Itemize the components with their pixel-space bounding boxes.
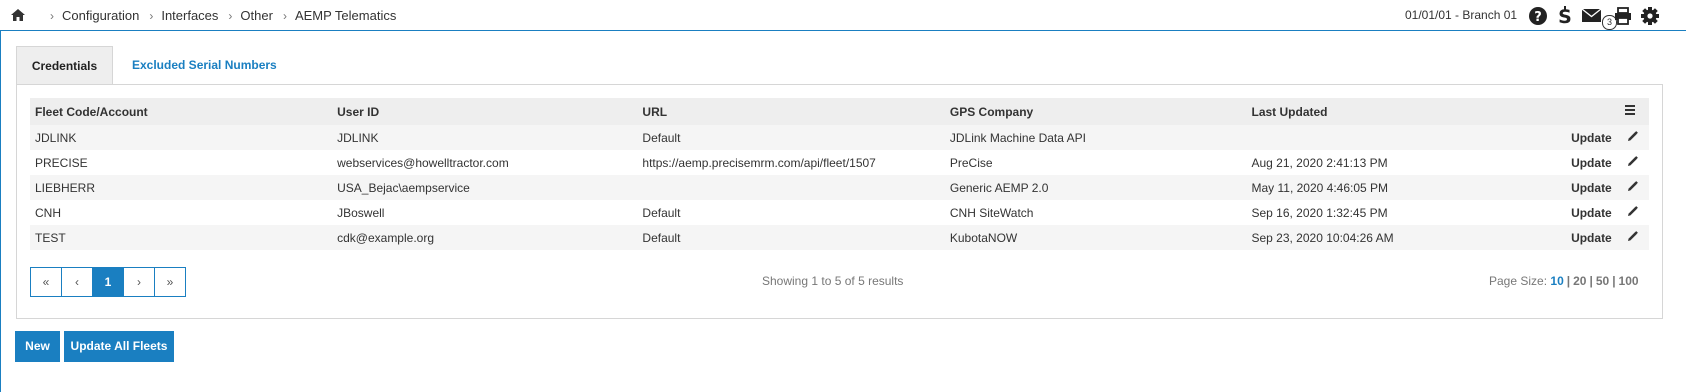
column-header-fleet[interactable]: Fleet Code/Account: [30, 98, 333, 125]
separator: |: [1589, 274, 1593, 288]
branch-selector[interactable]: 01/01/01 - Branch 01: [1405, 8, 1517, 22]
chevron-right-icon: ›: [149, 8, 154, 23]
cell-gps-company: Generic AEMP 2.0: [944, 175, 1247, 200]
cell-user-id: cdk@example.org: [332, 225, 638, 250]
column-header-url[interactable]: URL: [637, 98, 945, 125]
breadcrumb-interfaces[interactable]: Interfaces: [161, 8, 218, 23]
edit-button[interactable]: [1611, 125, 1649, 150]
cell-fleet-code: LIEBHERR: [30, 175, 333, 200]
breadcrumb-current: AEMP Telematics: [294, 8, 397, 23]
page-size-label: Page Size:: [1489, 274, 1548, 288]
update-link[interactable]: Update: [1547, 125, 1612, 150]
cell-url: Default: [637, 225, 945, 250]
hamburger-menu-icon[interactable]: [1623, 104, 1637, 116]
last-page-button[interactable]: »: [155, 268, 185, 296]
pencil-icon[interactable]: [1627, 230, 1639, 242]
cell-user-id: JDLINK: [332, 125, 638, 150]
pencil-icon[interactable]: [1627, 130, 1639, 142]
edit-button[interactable]: [1611, 150, 1649, 175]
table-row[interactable]: LIEBHERR USA_Bejac\aempservice Generic AEM…: [30, 175, 1649, 200]
next-page-button[interactable]: ›: [124, 268, 155, 296]
update-link[interactable]: Update: [1547, 175, 1612, 200]
credentials-table: Fleet Code/Account User ID URL GPS Compa…: [30, 98, 1649, 250]
cell-user-id: webservices@howelltractor.com: [332, 150, 638, 175]
pencil-icon[interactable]: [1627, 180, 1639, 192]
new-button[interactable]: New: [15, 331, 60, 362]
pencil-icon[interactable]: [1627, 205, 1639, 217]
column-header-last-updated[interactable]: Last Updated: [1246, 98, 1548, 125]
edit-button[interactable]: [1611, 225, 1649, 250]
cell-last-updated: [1246, 125, 1548, 150]
cell-fleet-code: TEST: [30, 225, 333, 250]
chevron-right-icon: ›: [228, 8, 233, 23]
first-page-button[interactable]: «: [31, 268, 62, 296]
table-row[interactable]: CNH JBoswell Default CNH SiteWatch Sep 16, 2…: [30, 200, 1649, 225]
cell-last-updated: Sep 23, 2020 10:04:26 AM: [1246, 225, 1548, 250]
separator: |: [1612, 274, 1616, 288]
credentials-panel: Fleet Code/Account User ID URL GPS Compa…: [16, 84, 1663, 319]
cell-url: Default: [637, 125, 945, 150]
column-menu-button[interactable]: [1611, 98, 1649, 125]
column-header-user-id[interactable]: User ID: [332, 98, 638, 125]
cell-last-updated: May 11, 2020 4:46:05 PM: [1246, 175, 1548, 200]
table-header-row: Fleet Code/Account User ID URL GPS Compa…: [30, 98, 1649, 125]
cell-last-updated: Aug 21, 2020 2:41:13 PM: [1246, 150, 1548, 175]
cell-url: https://aemp.precisemrm.com/api/fleet/15…: [637, 150, 945, 175]
page-size-20[interactable]: 20: [1573, 274, 1586, 288]
cell-fleet-code: CNH: [30, 200, 333, 225]
chevron-right-icon: ›: [50, 8, 54, 23]
page-size-50[interactable]: 50: [1596, 274, 1609, 288]
tab-excluded-serial-numbers[interactable]: Excluded Serial Numbers: [113, 46, 293, 84]
s-logo-icon[interactable]: S: [1555, 6, 1575, 26]
column-header-update: [1547, 98, 1612, 125]
print-icon[interactable]: [1613, 6, 1633, 26]
cell-fleet-code: PRECISE: [30, 150, 333, 175]
cell-url: [637, 175, 945, 200]
breadcrumb-other[interactable]: Other: [240, 8, 273, 23]
pencil-icon[interactable]: [1627, 155, 1639, 167]
cell-user-id: JBoswell: [332, 200, 638, 225]
edit-button[interactable]: [1611, 200, 1649, 225]
previous-page-button[interactable]: ‹: [62, 268, 93, 296]
gear-icon[interactable]: [1640, 6, 1660, 26]
help-icon[interactable]: ?: [1528, 6, 1548, 26]
breadcrumb: › Configuration › Interfaces › Other › A…: [44, 8, 396, 23]
page-size-100[interactable]: 100: [1619, 274, 1639, 288]
cell-fleet-code: JDLINK: [30, 125, 333, 150]
update-link[interactable]: Update: [1547, 225, 1612, 250]
cell-last-updated: Sep 16, 2020 1:32:45 PM: [1246, 200, 1548, 225]
top-bar: › Configuration › Interfaces › Other › A…: [0, 0, 1686, 31]
svg-text:?: ?: [1534, 10, 1542, 25]
update-link[interactable]: Update: [1547, 200, 1612, 225]
table-body: JDLINK JDLINK Default JDLink Machine Data A…: [30, 125, 1649, 250]
mail-icon[interactable]: [1581, 6, 1603, 26]
update-link[interactable]: Update: [1547, 150, 1612, 175]
cell-gps-company: KubotaNOW: [944, 225, 1247, 250]
pagination: « ‹ 1 › »: [30, 267, 186, 297]
page-size-selector: Page Size: 10 | 20 | 50 | 100: [1489, 274, 1639, 288]
table-row[interactable]: JDLINK JDLINK Default JDLink Machine Data A…: [30, 125, 1649, 150]
results-summary: Showing 1 to 5 of 5 results: [762, 274, 904, 288]
cell-url: Default: [637, 200, 945, 225]
cell-gps-company: PreCise: [944, 150, 1247, 175]
edit-button[interactable]: [1611, 175, 1649, 200]
table-row[interactable]: TEST cdk@example.org Default KubotaNOW Sep 2…: [30, 225, 1649, 250]
tab-credentials[interactable]: Credentials: [16, 46, 113, 84]
tab-bar: Credentials Excluded Serial Numbers: [16, 46, 293, 84]
chevron-right-icon: ›: [282, 8, 287, 23]
page-1-button[interactable]: 1: [93, 268, 124, 296]
cell-user-id: USA_Bejac\aempservice: [332, 175, 638, 200]
cell-gps-company: CNH SiteWatch: [944, 200, 1247, 225]
home-icon[interactable]: [10, 7, 26, 23]
separator: |: [1566, 274, 1571, 288]
breadcrumb-configuration[interactable]: Configuration: [62, 8, 139, 23]
cell-gps-company: JDLink Machine Data API: [944, 125, 1247, 150]
column-header-gps-company[interactable]: GPS Company: [944, 98, 1247, 125]
page-size-10[interactable]: 10: [1550, 274, 1563, 288]
update-all-fleets-button[interactable]: Update All Fleets: [64, 331, 174, 362]
table-row[interactable]: PRECISE webservices@howelltractor.com http…: [30, 150, 1649, 175]
